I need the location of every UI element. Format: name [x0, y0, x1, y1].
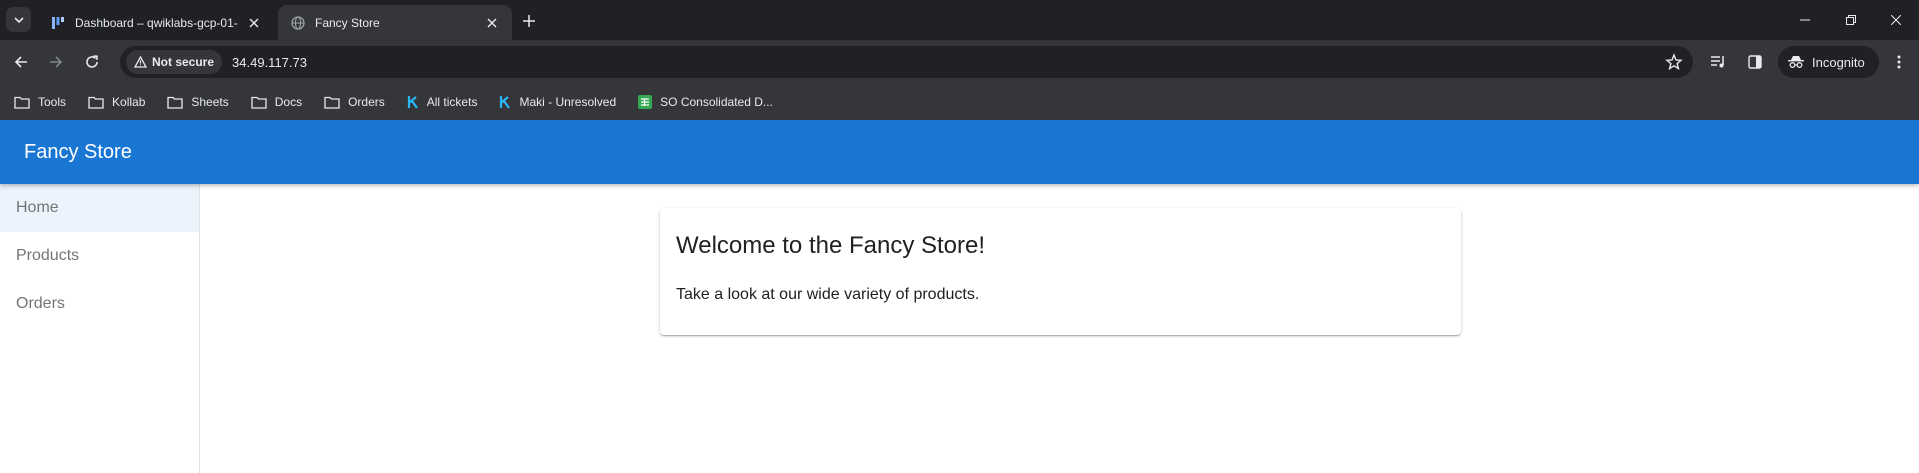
card-heading: Welcome to the Fancy Store! [676, 232, 986, 259]
folder-icon [324, 96, 340, 109]
browser-toolbar: Not secure 34.49.117.73 Incognito [0, 40, 1919, 84]
bookmark-maki-unresolved[interactable]: Maki - Unresolved [499, 95, 616, 109]
bookmark-all-tickets[interactable]: All tickets [407, 95, 478, 109]
kebab-menu-icon [1897, 55, 1901, 69]
folder-icon [88, 96, 104, 109]
address-bar[interactable]: Not secure 34.49.117.73 [120, 46, 1693, 78]
sheets-icon [638, 95, 653, 109]
nav-item-home[interactable]: Home [0, 184, 199, 232]
minimize-icon [1800, 19, 1810, 21]
tab-title: Fancy Store [315, 15, 380, 30]
bookmark-label: Sheets [191, 95, 229, 109]
app-title[interactable]: Fancy Store [24, 141, 132, 164]
bookmarks-bar: Tools Kollab Sheets Docs Orders All tick… [0, 84, 1919, 120]
bookmark-so-consolidated[interactable]: SO Consolidated D... [638, 95, 773, 109]
bookmark-label: Kollab [112, 95, 146, 109]
globe-icon [290, 15, 306, 31]
browser-menu-button[interactable] [1884, 47, 1914, 77]
dashboard-favicon-icon [50, 15, 66, 31]
bookmark-tools[interactable]: Tools [14, 95, 66, 109]
close-tab-icon[interactable] [246, 15, 262, 31]
restore-icon [1846, 15, 1856, 25]
bookmark-label: Orders [348, 95, 385, 109]
close-tab-icon[interactable] [484, 15, 500, 31]
bookmark-kollab[interactable]: Kollab [88, 95, 145, 109]
folder-icon [167, 96, 184, 109]
app-bar: Fancy Store [0, 120, 1919, 184]
minimize-button[interactable] [1782, 0, 1828, 40]
bookmark-docs[interactable]: Docs [251, 95, 302, 109]
bookmark-label: SO Consolidated D... [660, 95, 773, 109]
nav-item-products[interactable]: Products [0, 232, 199, 280]
nav-drawer: Home Products Orders [0, 184, 200, 473]
playlist-icon [1711, 56, 1724, 68]
side-panel-button[interactable] [1740, 47, 1770, 77]
tab-strip: Dashboard – qwiklabs-gcp-01- Fancy Store [0, 0, 1919, 40]
arrow-left-icon [14, 56, 27, 68]
card-body: Take a look at our wide variety of produ… [676, 286, 980, 303]
bookmark-label: Docs [274, 95, 303, 109]
folder-icon [14, 96, 30, 109]
reload-icon [86, 55, 98, 68]
bookmark-orders[interactable]: Orders [324, 95, 385, 109]
site-security-chip[interactable]: Not secure [126, 50, 223, 74]
warning-icon [134, 56, 147, 68]
k-icon [407, 95, 419, 109]
nav-item-orders[interactable]: Orders [0, 280, 199, 328]
close-window-button[interactable] [1873, 0, 1919, 40]
tab-search-button[interactable] [6, 7, 31, 32]
tab-fancy-store[interactable]: Fancy Store [278, 5, 512, 40]
bookmark-label: Tools [38, 95, 67, 109]
k-icon [499, 95, 511, 109]
plus-icon [523, 15, 535, 27]
reload-button[interactable] [77, 47, 107, 77]
arrow-right-icon [50, 56, 63, 68]
folder-icon [251, 96, 267, 109]
bookmark-label: Maki - Unresolved [519, 95, 617, 109]
new-tab-button[interactable] [518, 10, 540, 32]
incognito-profile-button[interactable]: Incognito [1778, 46, 1879, 78]
welcome-card: Welcome to the Fancy Store! Take a look … [660, 208, 1461, 335]
restore-button[interactable] [1828, 0, 1874, 40]
bookmark-sheets[interactable]: Sheets [167, 95, 229, 109]
side-panel-icon [1748, 55, 1762, 69]
profile-label: Incognito [1812, 54, 1865, 70]
security-label: Not secure [152, 55, 215, 69]
bookmark-label: All tickets [426, 95, 478, 109]
tab-title: Dashboard – qwiklabs-gcp-01- [75, 15, 238, 30]
back-button[interactable] [6, 47, 36, 77]
chevron-down-icon [13, 16, 24, 23]
tab-dashboard[interactable]: Dashboard – qwiklabs-gcp-01- [38, 5, 274, 40]
forward-button[interactable] [41, 47, 71, 77]
close-icon [1891, 15, 1901, 25]
bookmark-star-icon[interactable] [1665, 53, 1683, 71]
incognito-icon [1788, 56, 1804, 68]
page-content: Home Products Orders Welcome to the Fanc… [0, 184, 1919, 473]
url-text[interactable]: 34.49.117.73 [232, 55, 307, 70]
media-controls-button[interactable] [1703, 47, 1733, 77]
